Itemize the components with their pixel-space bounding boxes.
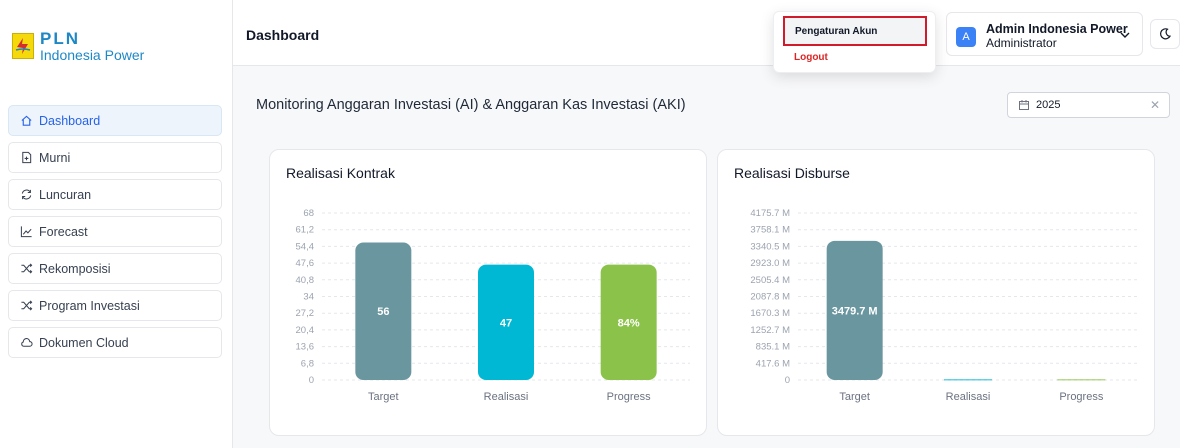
y-tick-label: 1252.7 M xyxy=(750,325,790,336)
sidebar-item-label: Murni xyxy=(39,150,71,165)
bar-data-label: 56 xyxy=(377,306,389,318)
y-tick-label: 417.6 M xyxy=(756,358,790,369)
user-name: Admin Indonesia Power xyxy=(986,22,1128,36)
cloud-icon xyxy=(19,336,33,350)
logo-subtitle: Indonesia Power xyxy=(40,47,145,63)
file-plus-icon xyxy=(19,151,33,165)
sidebar-item-label: Luncuran xyxy=(39,187,92,202)
y-tick-label: 54,4 xyxy=(296,241,315,252)
y-tick-label: 61,2 xyxy=(296,225,315,236)
y-tick-label: 34 xyxy=(303,292,314,303)
sidebar-item-dashboard[interactable]: Dashboard xyxy=(8,105,222,136)
y-tick-label: 47,6 xyxy=(296,258,315,269)
user-menu-button[interactable]: A Admin Indonesia Power Administrator xyxy=(946,12,1143,56)
y-tick-label: 13,6 xyxy=(296,342,315,353)
user-role: Administrator xyxy=(986,36,1057,50)
clear-icon[interactable]: ✕ xyxy=(1150,98,1160,112)
y-tick-label: 835.1 M xyxy=(756,342,790,353)
bar-data-label: 47 xyxy=(500,317,512,329)
sidebar-item-label: Dashboard xyxy=(39,113,101,128)
bar-realisasi[interactable] xyxy=(944,379,992,381)
shuffle-icon xyxy=(19,299,33,313)
x-category-label: Target xyxy=(839,391,870,403)
sidebar-item-rekomposisi[interactable]: Rekomposisi xyxy=(8,253,222,284)
logout-menu-item[interactable]: Logout xyxy=(794,52,828,63)
trend-icon xyxy=(19,225,33,239)
section-title: Monitoring Anggaran Investasi (AI) & Ang… xyxy=(256,97,686,113)
y-tick-label: 3340.5 M xyxy=(750,241,790,252)
user-dropdown-menu: Pengaturan Akun Logout xyxy=(773,11,936,73)
x-category-label: Realisasi xyxy=(484,391,529,403)
year-picker[interactable]: 2025 ✕ xyxy=(1007,92,1170,118)
sidebar: PLN Indonesia Power Dashboard Murni Lunc… xyxy=(0,0,233,448)
x-category-label: Progress xyxy=(607,391,652,403)
page-title: Dashboard xyxy=(246,27,320,43)
pln-logo[interactable]: PLN Indonesia Power xyxy=(12,30,144,62)
y-tick-label: 0 xyxy=(785,375,790,386)
year-value: 2025 xyxy=(1036,99,1061,111)
sidebar-nav: Dashboard Murni Luncuran Forecast Rekomp… xyxy=(8,105,222,364)
chart-card-realisasi-disburse: Realisasi Disburse 0 417.6 M 835.1 M 1252.7… xyxy=(717,149,1155,436)
sidebar-item-label: Program Investasi xyxy=(39,298,140,313)
y-tick-label: 1670.3 M xyxy=(750,308,790,319)
sidebar-item-label: Rekomposisi xyxy=(39,261,111,276)
sidebar-item-label: Dokumen Cloud xyxy=(39,335,129,350)
account-settings-menu-item[interactable]: Pengaturan Akun xyxy=(783,16,927,46)
y-tick-label: 0 xyxy=(309,375,314,386)
lightning-icon xyxy=(12,33,34,59)
y-tick-label: 2087.8 M xyxy=(750,292,790,303)
moon-icon xyxy=(1160,28,1171,40)
chart-card-realisasi-kontrak: Realisasi Kontrak 0 6,8 13,6 20,4 27,2 34 40,8… xyxy=(269,149,707,436)
y-tick-label: 27,2 xyxy=(296,308,315,319)
logo-brand: PLN xyxy=(40,29,80,48)
bar-progress[interactable] xyxy=(1057,379,1106,381)
shuffle-icon xyxy=(19,262,33,276)
refresh-icon xyxy=(19,188,33,202)
realisasi-disburse-chart: 0 417.6 M 835.1 M 1252.7 M 1670.3 M 2087.8 M 2… xyxy=(750,208,1138,403)
realisasi-kontrak-chart: 0 6,8 13,6 20,4 27,2 34 40,8 47,6 54,4 61,2 68 56 Ta… xyxy=(296,208,690,403)
sidebar-item-program-investasi[interactable]: Program Investasi xyxy=(8,290,222,321)
topbar: Dashboard A Admin Indonesia Power Admini… xyxy=(233,0,1180,66)
calendar-icon xyxy=(1019,100,1029,110)
y-tick-label: 4175.7 M xyxy=(750,208,790,219)
y-tick-label: 40,8 xyxy=(296,275,315,286)
y-tick-label: 2505.4 M xyxy=(750,275,790,286)
sidebar-item-murni[interactable]: Murni xyxy=(8,142,222,173)
sidebar-item-forecast[interactable]: Forecast xyxy=(8,216,222,247)
home-icon xyxy=(19,114,33,128)
avatar: A xyxy=(956,27,976,47)
y-tick-label: 68 xyxy=(303,208,314,219)
y-tick-label: 6,8 xyxy=(301,358,314,369)
x-category-label: Progress xyxy=(1059,391,1104,403)
y-tick-label: 2923.0 M xyxy=(750,258,790,269)
bar-data-label: 84% xyxy=(618,317,640,329)
x-category-label: Realisasi xyxy=(946,391,991,403)
sidebar-item-luncuran[interactable]: Luncuran xyxy=(8,179,222,210)
sidebar-item-dokumen-cloud[interactable]: Dokumen Cloud xyxy=(8,327,222,358)
y-tick-label: 20,4 xyxy=(296,325,315,336)
theme-toggle-button[interactable] xyxy=(1150,19,1180,49)
x-category-label: Target xyxy=(368,391,399,403)
y-tick-label: 3758.1 M xyxy=(750,225,790,236)
bar-data-label: 3479.7 M xyxy=(832,305,878,317)
chevron-down-icon xyxy=(1120,32,1130,38)
sidebar-item-label: Forecast xyxy=(39,224,88,239)
